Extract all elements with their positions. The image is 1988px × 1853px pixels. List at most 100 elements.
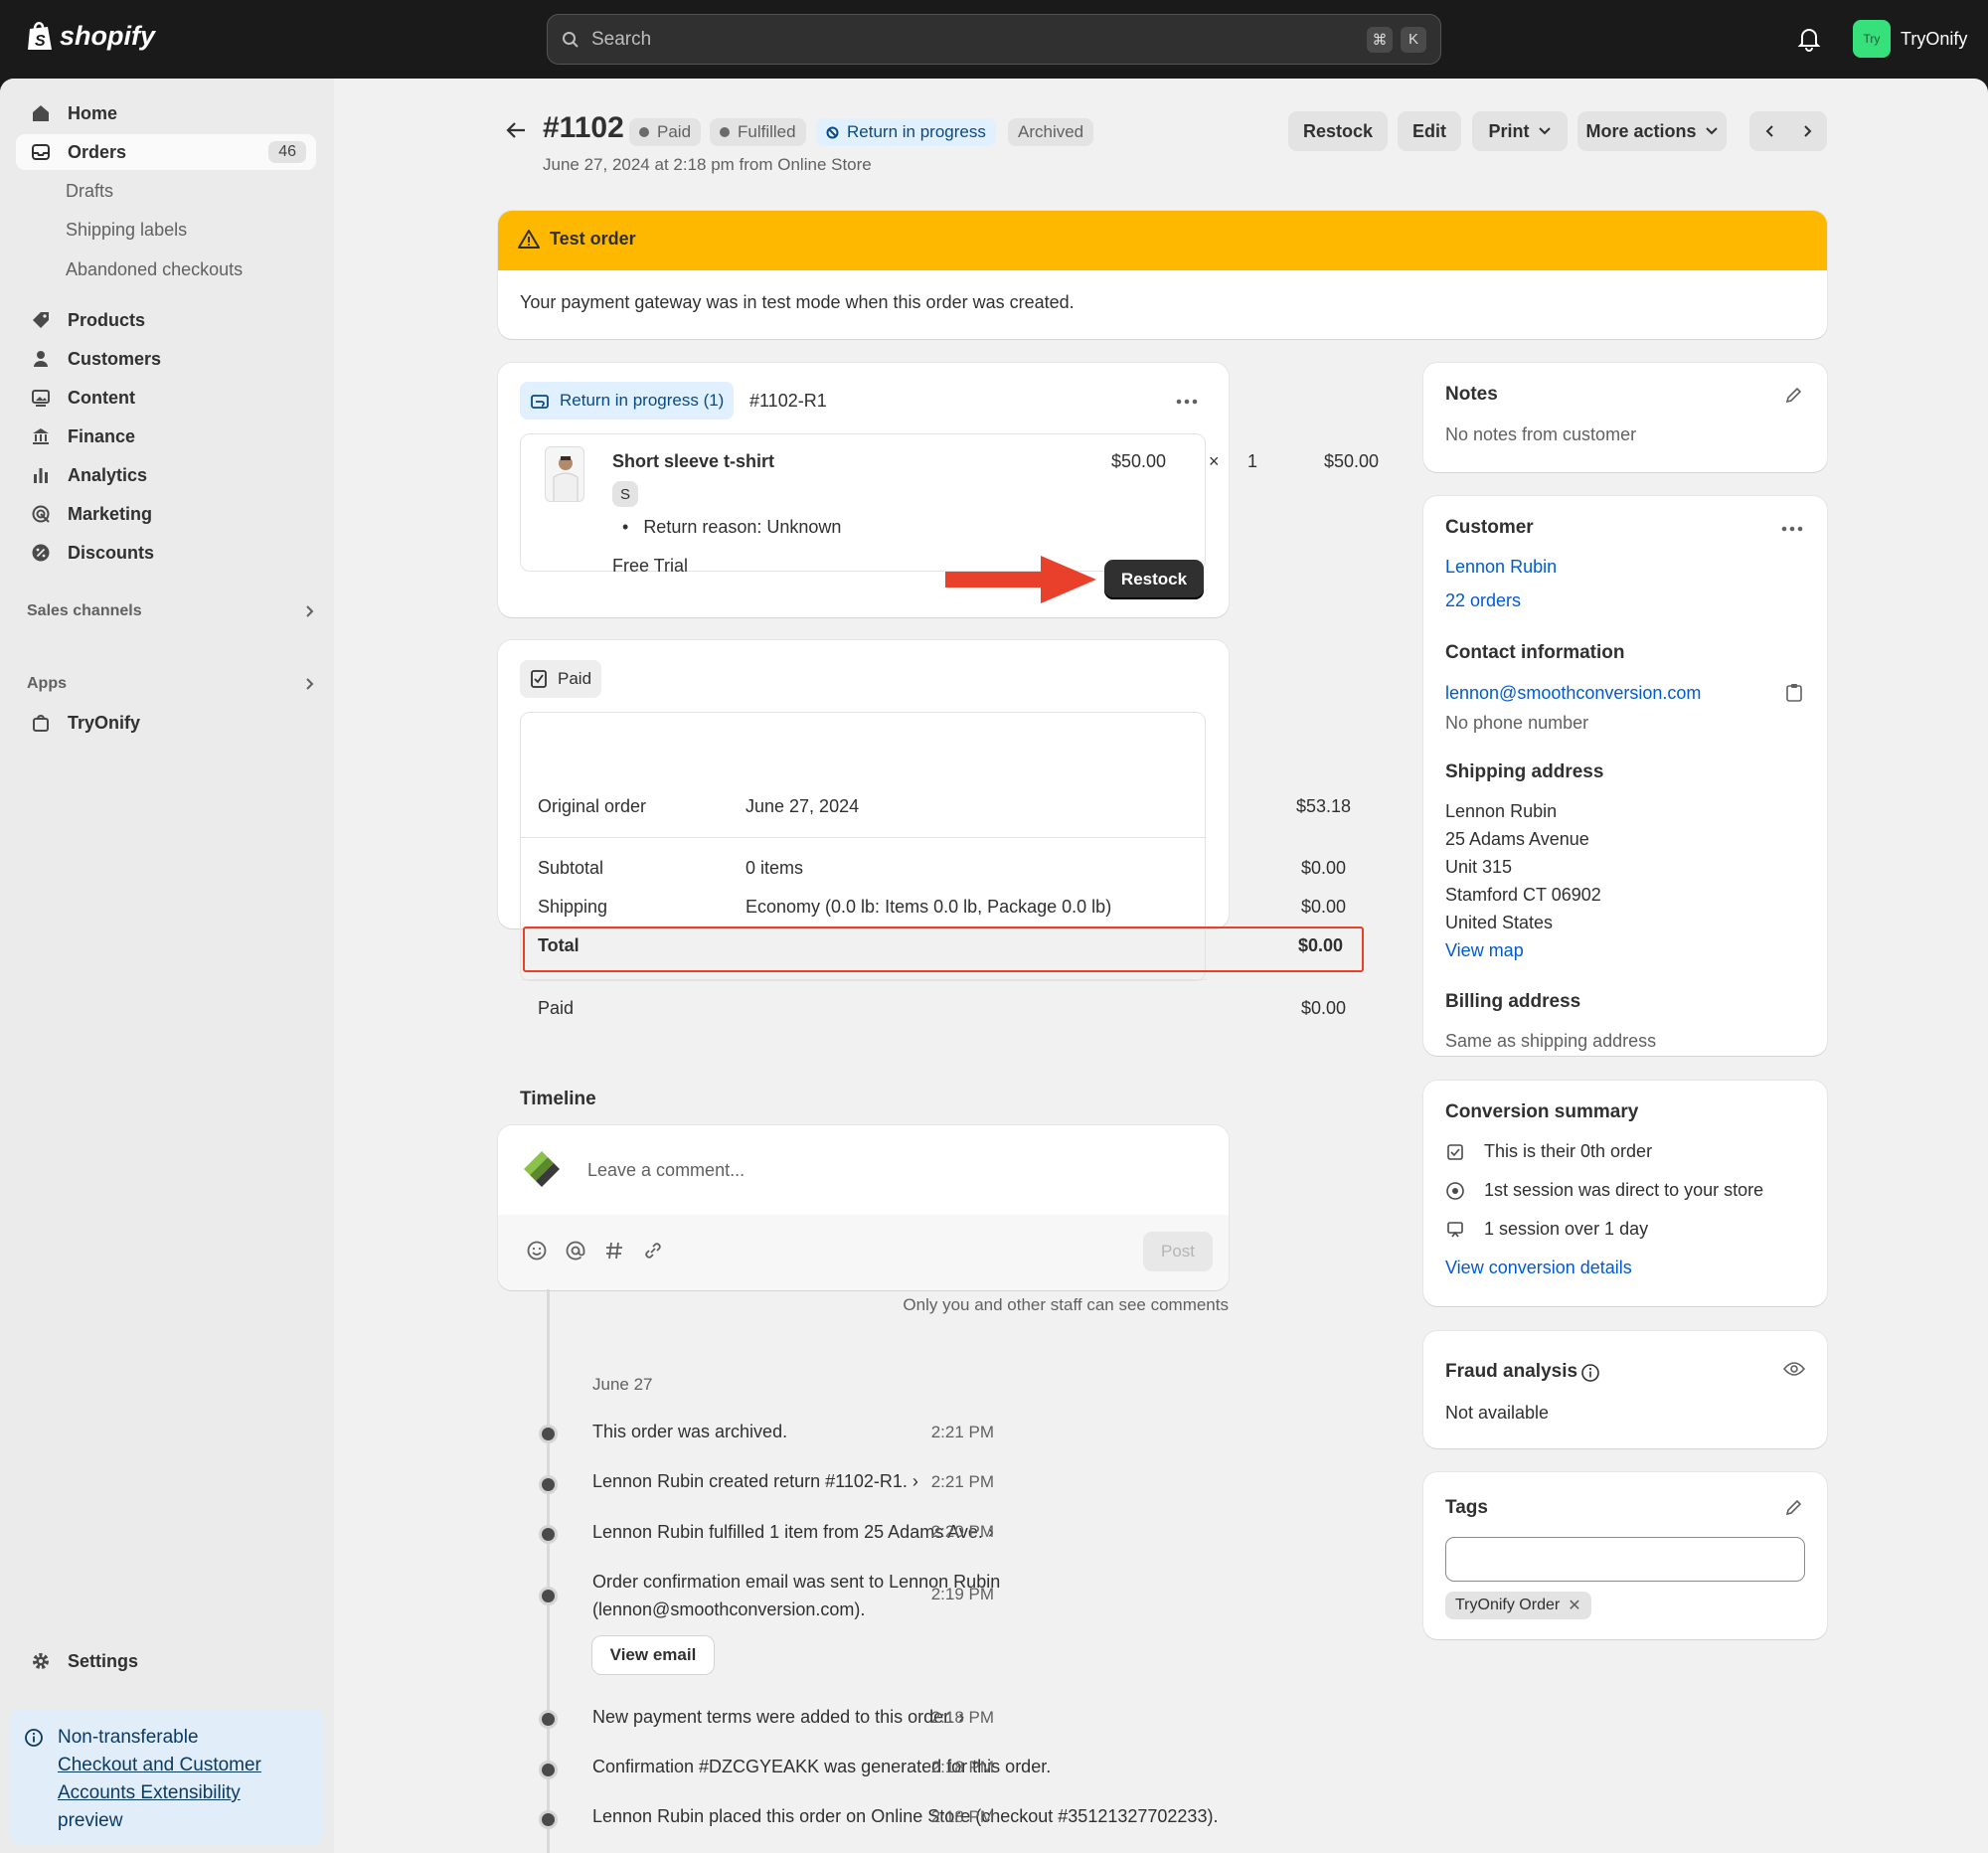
staff-avatar	[520, 1147, 566, 1193]
clipboard-icon[interactable]	[1785, 683, 1803, 703]
bell-icon[interactable]	[1797, 26, 1821, 52]
pencil-icon[interactable]	[1784, 1497, 1804, 1517]
timeline-dot	[539, 1810, 558, 1829]
item-total: $50.00	[1324, 451, 1380, 471]
info-icon	[24, 1728, 44, 1748]
sidebar-item-shipping-labels[interactable]: Shipping labels	[16, 212, 316, 248]
customer-orders-link[interactable]: 22 orders	[1445, 590, 1521, 611]
inbox-icon	[30, 141, 52, 163]
sidebar-item-abandoned-checkouts[interactable]: Abandoned checkouts	[16, 252, 316, 287]
chevron-right-icon	[306, 605, 314, 617]
svg-text:S: S	[35, 33, 46, 50]
shopify-logo[interactable]: S shopify	[26, 20, 155, 52]
address-line-4: Stamford CT 06902	[1445, 885, 1601, 905]
item-unit-price: $50.00	[1111, 451, 1167, 471]
timeline-time: 2:18 PM	[930, 1708, 994, 1727]
kbd-k: K	[1401, 26, 1426, 53]
view-conversion-link[interactable]: View conversion details	[1445, 1258, 1632, 1278]
timeline-event-return-text: Lennon Rubin created return #1102-R1.	[592, 1471, 908, 1491]
item-note: Free Trial	[612, 556, 689, 576]
tags-input[interactable]	[1445, 1537, 1805, 1582]
timeline-event-fulfilled-text: Lennon Rubin fulfilled 1 item from 25 Ad…	[592, 1522, 983, 1542]
sidebar-label-products: Products	[68, 309, 146, 330]
restock-header-button[interactable]: Restock	[1288, 111, 1388, 151]
more-horizontal-icon[interactable]	[1176, 399, 1198, 405]
edit-button[interactable]: Edit	[1398, 111, 1461, 151]
timeline-event-return[interactable]: Lennon Rubin created return #1102-R1. ›	[592, 1471, 918, 1492]
customer-name-link[interactable]: Lennon Rubin	[1445, 557, 1557, 578]
timeline-dot	[539, 1710, 558, 1729]
notes-title: Notes	[1445, 384, 1498, 405]
store-name: TryOnify	[1901, 28, 1968, 49]
fraud-analysis-card: Fraud analysis Not available	[1423, 1331, 1827, 1448]
address-line-3: Unit 315	[1445, 857, 1513, 877]
original-order-date: June 27, 2024	[746, 796, 860, 816]
sidebar-item-tryonify[interactable]: TryOnify	[16, 705, 316, 741]
sidebar-item-drafts[interactable]: Drafts	[16, 173, 316, 209]
timeline-time: 2:20 PM	[930, 1522, 994, 1541]
previous-order-button[interactable]	[1749, 111, 1788, 151]
sidebar-item-discounts[interactable]: Discounts	[16, 535, 316, 571]
next-order-button[interactable]	[1788, 111, 1827, 151]
eye-icon[interactable]	[1783, 1361, 1805, 1377]
sidebar-item-content[interactable]: Content	[16, 380, 316, 416]
view-map-link[interactable]: View map	[1445, 940, 1524, 961]
attachment-icon[interactable]	[642, 1240, 664, 1262]
customer-email-link[interactable]: lennon@smoothconversion.com	[1445, 683, 1701, 704]
sidebar-item-customers[interactable]: Customers	[16, 341, 316, 377]
sidebar-section-sales-channels[interactable]: Sales channels	[27, 602, 315, 620]
sidebar-item-marketing[interactable]: Marketing	[16, 496, 316, 532]
timeline-event-email-line2: (lennon@smoothconversion.com).	[592, 1600, 866, 1619]
promo-link[interactable]: Checkout and Customer Accounts Extensibi…	[58, 1755, 261, 1803]
sidebar-item-orders[interactable]: Orders 46	[16, 134, 316, 170]
timeline-time: 2:19 PM	[930, 1585, 994, 1603]
hashtag-icon[interactable]	[603, 1240, 625, 1262]
restock-button[interactable]: Restock	[1104, 560, 1204, 599]
item-quantity: 1	[1247, 451, 1258, 471]
alert-header	[498, 211, 1827, 270]
comment-input[interactable]: Leave a comment...	[587, 1160, 745, 1181]
sidebar-item-settings[interactable]: Settings	[16, 1643, 316, 1679]
timeline-dot	[539, 1525, 558, 1544]
emoji-icon[interactable]	[526, 1240, 548, 1262]
more-horizontal-icon[interactable]	[1781, 526, 1803, 532]
search-input[interactable]: Search ⌘ K	[547, 14, 1441, 65]
promo-text-2: preview	[58, 1810, 123, 1831]
timeline-event-payment-terms[interactable]: New payment terms were added to this ord…	[592, 1707, 964, 1728]
close-icon[interactable]: ✕	[1568, 1596, 1580, 1615]
sidebar-label-content: Content	[68, 387, 135, 408]
sidebar-item-products[interactable]: Products	[16, 302, 316, 338]
timeline-title: Timeline	[520, 1089, 596, 1109]
pencil-icon[interactable]	[1784, 385, 1804, 405]
post-button[interactable]: Post	[1143, 1232, 1213, 1271]
notes-card: Notes No notes from customer	[1423, 363, 1827, 472]
sidebar-label-tryonify: TryOnify	[68, 712, 141, 733]
payment-card: Paid	[498, 640, 1229, 981]
back-arrow-icon[interactable]	[505, 120, 527, 140]
order-history-icon	[1445, 1142, 1465, 1162]
sidebar-item-finance[interactable]: Finance	[16, 419, 316, 454]
conversion-title: Conversion summary	[1445, 1101, 1639, 1122]
shipping-amount: $0.00	[1301, 897, 1347, 917]
sidebar-item-analytics[interactable]: Analytics	[16, 457, 316, 493]
sidebar-section-apps[interactable]: Apps	[27, 675, 315, 693]
annotation-arrow-icon	[945, 556, 1096, 603]
item-name: Short sleeve t-shirt	[612, 451, 775, 471]
status-badge-return: Return in progress	[816, 118, 996, 146]
divider	[521, 837, 1207, 838]
view-email-button[interactable]: View email	[592, 1636, 714, 1674]
sidebar-label-abandoned: Abandoned checkouts	[66, 258, 244, 279]
paid-badge: Paid	[520, 660, 602, 698]
total-label: Total	[538, 935, 580, 955]
sidebar-label-shipping-labels: Shipping labels	[66, 219, 188, 240]
more-actions-button[interactable]: More actions	[1577, 111, 1727, 151]
billing-address-title: Billing address	[1445, 991, 1581, 1012]
store-menu[interactable]: Try TryOnify	[1853, 20, 1967, 58]
session-icon	[1445, 1220, 1465, 1240]
sales-channels-label: Sales channels	[27, 602, 142, 619]
mention-icon[interactable]	[565, 1240, 586, 1262]
info-icon[interactable]	[1580, 1363, 1600, 1383]
print-button[interactable]: Print	[1472, 111, 1568, 151]
return-reason-text: Return reason: Unknown	[643, 517, 842, 537]
sidebar-item-home[interactable]: Home	[16, 95, 316, 131]
